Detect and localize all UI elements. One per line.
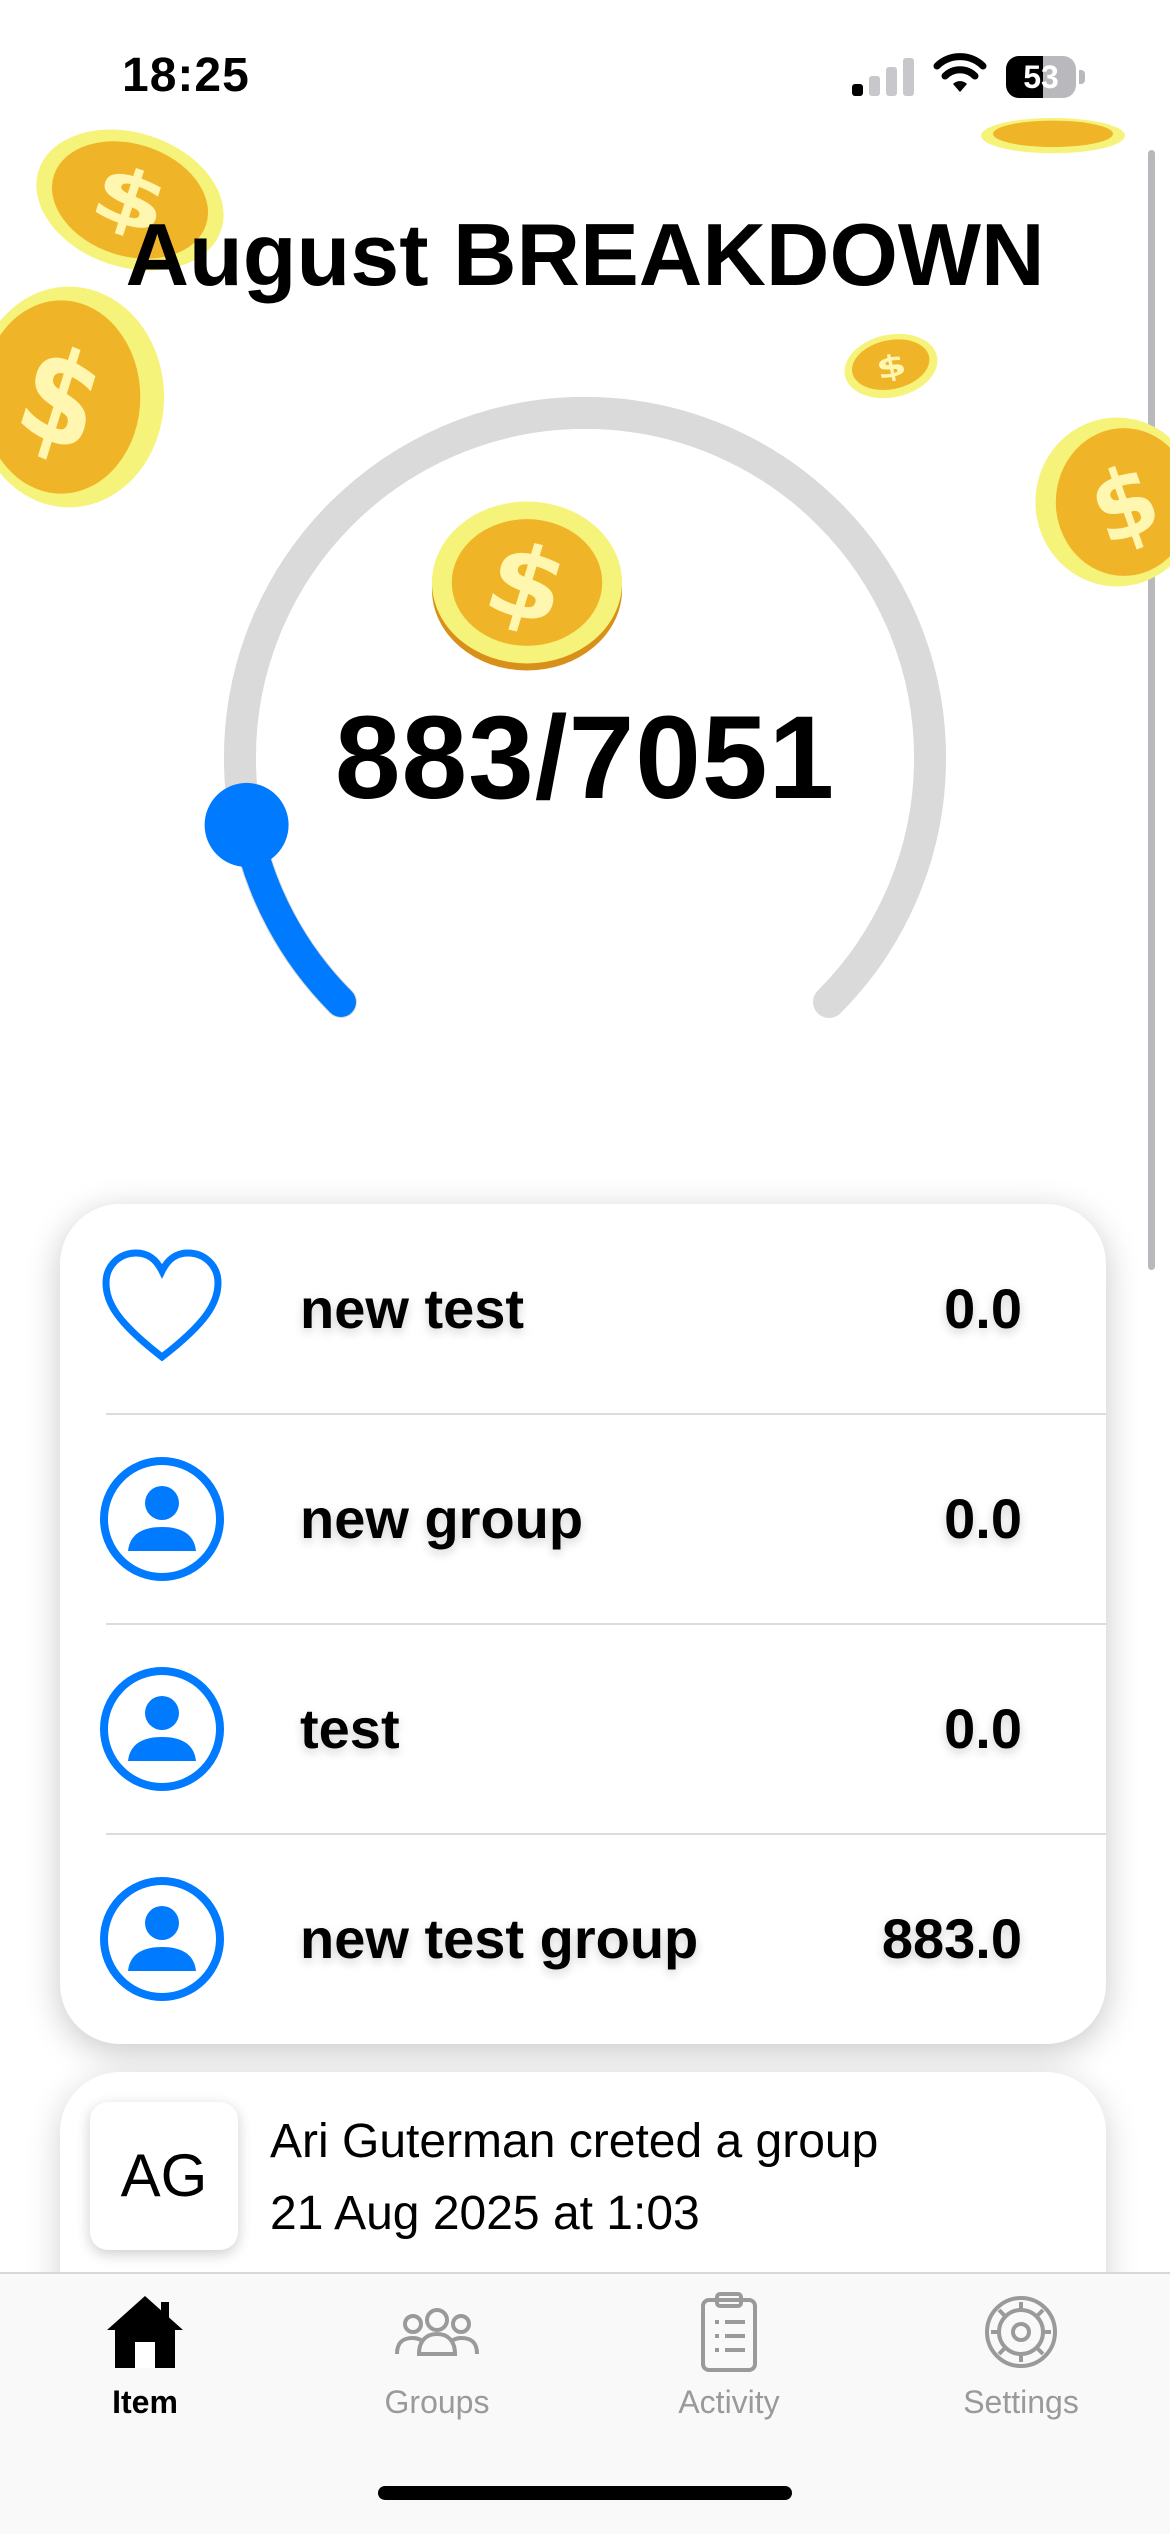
clipboard-icon xyxy=(701,2292,757,2372)
house-icon xyxy=(107,2296,183,2368)
tab-label: Activity xyxy=(678,2384,780,2420)
group-row[interactable]: test 0.0 xyxy=(60,1624,1106,1834)
status-time: 18:25 xyxy=(122,49,250,102)
group-name: test xyxy=(300,1697,400,1760)
page-title: August BREAKDOWN xyxy=(125,205,1045,304)
group-row[interactable]: new test group 883.0 xyxy=(60,1834,1106,2044)
groups-card: new test 0.0 new group 0.0 test 0.0 new … xyxy=(60,1204,1106,2044)
group-amount: 0.0 xyxy=(944,1487,1022,1550)
person-circle-icon xyxy=(100,1457,224,1581)
avatar: AG xyxy=(90,2102,238,2250)
heart-icon xyxy=(102,1249,222,1362)
group-row[interactable]: new test 0.0 xyxy=(60,1204,1106,1414)
budget-value: 883/7051 xyxy=(334,692,836,824)
coin-icon: $ xyxy=(0,282,168,512)
person-circle-icon xyxy=(100,1667,224,1791)
coin-icon xyxy=(978,118,1128,162)
group-name: new test xyxy=(300,1277,525,1340)
tab-settings[interactable]: Settings xyxy=(876,2290,1166,2430)
group-row[interactable]: new group 0.0 xyxy=(60,1414,1106,1624)
group-name: new test group xyxy=(300,1907,699,1970)
group-amount: 0.0 xyxy=(944,1277,1022,1340)
gear-icon xyxy=(985,2296,1057,2368)
tab-activity[interactable]: Activity xyxy=(584,2290,874,2430)
wifi-icon xyxy=(933,53,987,92)
person-circle-icon xyxy=(100,1877,224,2001)
tab-groups[interactable]: Groups xyxy=(292,2290,582,2430)
activity-timestamp: 21 Aug 2025 at 1:03 xyxy=(270,2187,700,2240)
tab-label: Item xyxy=(112,2384,178,2420)
battery-icon: 53 xyxy=(1006,56,1086,98)
group-name: new group xyxy=(300,1487,584,1550)
cellular-signal-icon xyxy=(852,56,916,96)
tab-item[interactable]: Item xyxy=(0,2290,290,2430)
activity-text: Ari Guterman creted a group xyxy=(270,2115,879,2168)
people-icon xyxy=(395,2308,479,2356)
home-indicator xyxy=(378,2486,792,2500)
tab-label: Groups xyxy=(384,2384,490,2420)
group-amount: 0.0 xyxy=(944,1697,1022,1760)
coin-icon: $ xyxy=(1032,414,1170,590)
battery-level: 53 xyxy=(1023,59,1059,95)
tab-label: Settings xyxy=(963,2384,1079,2420)
group-amount: 883.0 xyxy=(881,1907,1022,1970)
